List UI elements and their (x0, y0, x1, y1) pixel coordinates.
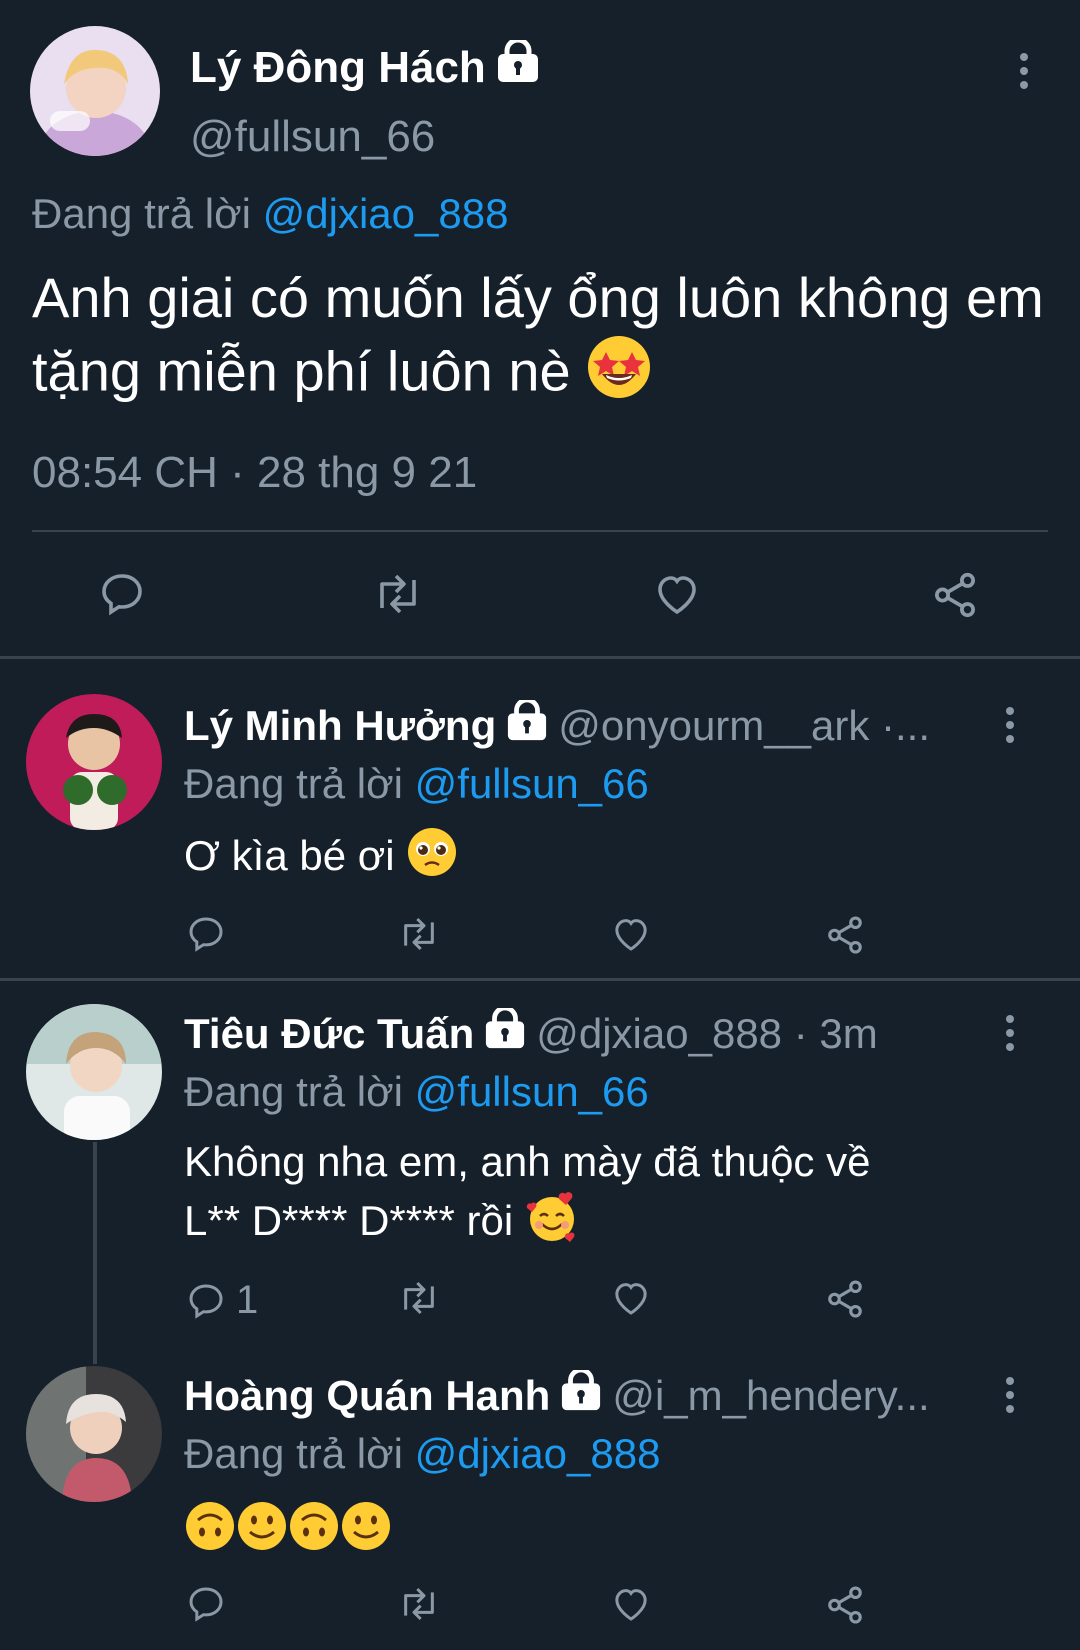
more-options-icon[interactable] (998, 1008, 1022, 1058)
reply-button[interactable] (186, 914, 236, 954)
share-button[interactable] (824, 914, 866, 956)
replying-to: Đang trả lời @fullsun_66 (184, 1068, 649, 1116)
divider (32, 530, 1048, 532)
replying-prefix: Đang trả lời (32, 190, 251, 237)
replying-to-link[interactable]: @fullsun_66 (415, 1068, 649, 1115)
heart-icon (615, 919, 647, 951)
pleading-face-emoji (406, 826, 458, 892)
replying-prefix: Đang trả lời (184, 760, 403, 807)
display-name[interactable]: Tiêu Đức Tuấn (184, 1010, 474, 1058)
retweet-icon (404, 1587, 434, 1621)
handle[interactable]: @onyourm__ark ·... (558, 702, 930, 750)
retweet-button[interactable] (396, 914, 442, 954)
lock-icon (560, 1370, 602, 1422)
avatar[interactable] (26, 1366, 162, 1502)
like-button[interactable] (610, 914, 652, 954)
lock-icon (484, 1008, 526, 1060)
reply-icon (189, 917, 223, 952)
star-struck-emoji (586, 334, 652, 417)
reply-icon (102, 574, 142, 616)
tweet-text: Anh giai có muốn lấy ổng luôn không em t… (32, 266, 1044, 403)
reply-icon (189, 1283, 223, 1319)
retweet-button[interactable] (372, 570, 424, 618)
avatar[interactable] (30, 26, 160, 156)
replying-to-link[interactable]: @djxiao_888 (415, 1430, 661, 1477)
reply-text (184, 1500, 1044, 1566)
timestamp[interactable]: 08:54 CH · 28 thg 9 21 (32, 448, 477, 498)
slightly-smiling-face-emoji (340, 1500, 392, 1566)
reply-text: Không nha em, anh mày đã thuộc về L** D*… (184, 1134, 1044, 1258)
heart-icon (658, 576, 696, 615)
replying-to: Đang trả lời @djxiao_888 (32, 190, 508, 238)
upside-down-face-emoji (288, 1500, 340, 1566)
replying-to-link[interactable]: @djxiao_888 (263, 190, 509, 237)
more-options-icon[interactable] (998, 700, 1022, 750)
reply-count: 1 (236, 1278, 259, 1322)
reply-icon (189, 1587, 223, 1622)
tweet-text: Ơ kìa bé ơi (184, 832, 395, 880)
reply-button[interactable] (186, 1584, 236, 1624)
retweet-icon (404, 1281, 434, 1315)
retweet-button[interactable] (396, 1584, 442, 1624)
share-button[interactable] (824, 1584, 866, 1626)
replying-to: Đang trả lời @fullsun_66 (184, 760, 649, 808)
upside-down-face-emoji (184, 1500, 236, 1566)
reply-text: Ơ kìa bé ơi (184, 826, 1044, 892)
replying-to: Đang trả lời @djxiao_888 (184, 1430, 660, 1478)
reply-button[interactable] (98, 570, 146, 618)
section-separator (0, 656, 1080, 659)
share-icon (828, 1280, 862, 1318)
reply-header: Lý Minh Hưởng @onyourm__ark ·... (184, 700, 930, 752)
lock-icon (496, 37, 540, 95)
display-name[interactable]: Lý Minh Hưởng (184, 702, 496, 750)
retweet-button[interactable] (396, 1278, 442, 1318)
tweet-text-line: Không nha em, anh mày đã thuộc về (184, 1138, 871, 1185)
replying-prefix: Đang trả lời (184, 1068, 403, 1115)
thread-connector (93, 1142, 97, 1364)
heart-icon (615, 1283, 647, 1315)
like-button[interactable] (610, 1584, 652, 1624)
share-button[interactable] (824, 1278, 866, 1320)
like-button[interactable] (610, 1278, 652, 1318)
share-button[interactable] (930, 570, 980, 620)
main-tweet-text: Anh giai có muốn lấy ổng luôn không em t… (32, 262, 1052, 417)
lock-icon (506, 700, 548, 752)
display-name-text[interactable]: Lý Đông Hách (190, 43, 486, 93)
replying-prefix: Đang trả lời (184, 1430, 403, 1477)
handle[interactable]: @djxiao_888 · 3m (536, 1010, 877, 1058)
like-button[interactable] (652, 570, 702, 618)
reply-header: Tiêu Đức Tuấn @djxiao_888 · 3m (184, 1008, 878, 1060)
avatar[interactable] (26, 1004, 162, 1140)
smiling-face-with-hearts-emoji (525, 1190, 579, 1258)
retweet-icon (404, 917, 434, 951)
slightly-smiling-face-emoji (236, 1500, 288, 1566)
replying-to-link[interactable]: @fullsun_66 (415, 760, 649, 807)
handle[interactable]: @i_m_hendery... (612, 1372, 929, 1420)
reply-button[interactable]: 1 (186, 1278, 258, 1323)
share-icon (828, 1586, 862, 1624)
main-handle[interactable]: @fullsun_66 (190, 112, 435, 162)
share-icon (934, 572, 976, 618)
tweet-text: L** D**** D**** rồi (184, 1197, 514, 1245)
display-name[interactable]: Hoàng Quán Hanh (184, 1372, 550, 1420)
share-icon (828, 916, 862, 954)
more-options-icon[interactable] (998, 1370, 1022, 1420)
tweet-text-line-2: L** D**** D**** rồi (184, 1190, 1044, 1258)
main-display-name[interactable]: Lý Đông Hách (190, 37, 540, 95)
retweet-icon (380, 574, 416, 614)
reply-header: Hoàng Quán Hanh @i_m_hendery... (184, 1370, 930, 1422)
section-separator (0, 978, 1080, 981)
heart-icon (615, 1589, 647, 1621)
avatar[interactable] (26, 694, 162, 830)
more-options-icon[interactable] (1012, 46, 1036, 96)
